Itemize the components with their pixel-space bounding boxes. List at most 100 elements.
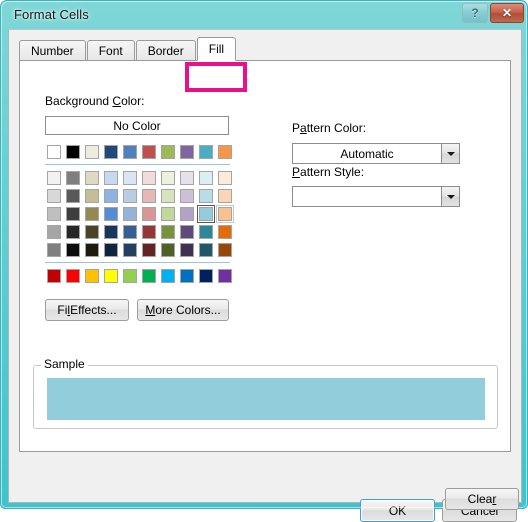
tint-swatch-0-8[interactable] xyxy=(197,169,215,187)
tint-swatch-3-3[interactable] xyxy=(102,223,120,241)
tint-swatch-2-1[interactable] xyxy=(64,205,82,223)
tint-swatch-4-6[interactable] xyxy=(159,241,177,259)
tint-swatch-4-3[interactable] xyxy=(102,241,120,259)
tint-swatch-2-2[interactable] xyxy=(83,205,101,223)
tint-swatch-1-8[interactable] xyxy=(197,187,215,205)
tint-swatch-3-0[interactable] xyxy=(45,223,63,241)
tint-swatch-4-7[interactable] xyxy=(178,241,196,259)
tint-swatch-1-4[interactable] xyxy=(121,187,139,205)
theme-tint-rows xyxy=(45,169,235,259)
theme-colors-row xyxy=(45,143,235,161)
tint-swatch-2-3[interactable] xyxy=(102,205,120,223)
pattern-color-combobox[interactable]: Automatic xyxy=(292,143,460,164)
standard-color-swatch-9[interactable] xyxy=(216,267,234,285)
tint-swatch-0-1[interactable] xyxy=(64,169,82,187)
tint-swatch-4-1[interactable] xyxy=(64,241,82,259)
tint-swatch-4-0[interactable] xyxy=(45,241,63,259)
tint-swatch-3-5[interactable] xyxy=(140,223,158,241)
tint-swatch-3-8[interactable] xyxy=(197,223,215,241)
tint-swatch-1-7[interactable] xyxy=(178,187,196,205)
tint-swatch-0-0[interactable] xyxy=(45,169,63,187)
color-swatch xyxy=(123,225,137,239)
tint-swatch-3-1[interactable] xyxy=(64,223,82,241)
tint-swatch-1-9[interactable] xyxy=(216,187,234,205)
tab-number[interactable]: Number xyxy=(19,40,86,61)
tint-swatch-1-6[interactable] xyxy=(159,187,177,205)
tint-swatch-2-0[interactable] xyxy=(45,205,63,223)
standard-color-swatch-5[interactable] xyxy=(140,267,158,285)
color-swatch xyxy=(199,225,213,239)
standard-color-swatch-1[interactable] xyxy=(64,267,82,285)
tint-swatch-0-4[interactable] xyxy=(121,169,139,187)
tint-swatch-2-7[interactable] xyxy=(178,205,196,223)
tint-swatch-3-2[interactable] xyxy=(83,223,101,241)
tint-swatch-0-5[interactable] xyxy=(140,169,158,187)
tint-swatch-1-3[interactable] xyxy=(102,187,120,205)
tint-swatch-4-5[interactable] xyxy=(140,241,158,259)
tint-swatch-1-5[interactable] xyxy=(140,187,158,205)
tint-swatch-4-4[interactable] xyxy=(121,241,139,259)
tint-swatch-2-4[interactable] xyxy=(121,205,139,223)
color-swatch xyxy=(47,189,61,203)
title-bar[interactable]: Format Cells ? ✕ xyxy=(1,1,528,29)
color-swatch xyxy=(199,207,213,221)
no-color-button[interactable]: No Color xyxy=(45,116,229,135)
theme-color-swatch-9[interactable] xyxy=(216,143,234,161)
theme-tint-row-1 xyxy=(45,187,235,205)
color-swatch xyxy=(142,189,156,203)
fill-tab-panel: Background Color: No Color Fi l Effects..… xyxy=(19,60,519,510)
tint-swatch-4-2[interactable] xyxy=(83,241,101,259)
theme-color-swatch-4[interactable] xyxy=(121,143,139,161)
tab-border[interactable]: Border xyxy=(135,40,196,61)
tint-swatch-3-7[interactable] xyxy=(178,223,196,241)
tint-swatch-2-9[interactable] xyxy=(216,205,234,223)
tint-swatch-3-6[interactable] xyxy=(159,223,177,241)
chevron-down-icon[interactable] xyxy=(441,187,459,206)
tint-swatch-0-9[interactable] xyxy=(216,169,234,187)
tint-swatch-1-2[interactable] xyxy=(83,187,101,205)
color-swatch xyxy=(142,145,156,159)
tint-swatch-0-3[interactable] xyxy=(102,169,120,187)
chevron-down-icon[interactable] xyxy=(441,144,459,163)
standard-color-swatch-2[interactable] xyxy=(83,267,101,285)
standard-color-swatch-0[interactable] xyxy=(45,267,63,285)
pattern-style-label: Pattern Style: xyxy=(292,165,365,179)
tint-swatch-4-8[interactable] xyxy=(197,241,215,259)
more-colors-button[interactable]: More Colors... xyxy=(137,299,229,321)
theme-color-swatch-3[interactable] xyxy=(102,143,120,161)
tint-swatch-3-4[interactable] xyxy=(121,223,139,241)
standard-color-swatch-6[interactable] xyxy=(159,267,177,285)
tint-swatch-1-0[interactable] xyxy=(45,187,63,205)
theme-color-swatch-8[interactable] xyxy=(197,143,215,161)
standard-color-swatch-3[interactable] xyxy=(102,267,120,285)
tint-swatch-0-2[interactable] xyxy=(83,169,101,187)
pattern-style-combobox[interactable] xyxy=(292,186,460,207)
tint-swatch-3-9[interactable] xyxy=(216,223,234,241)
tint-swatch-2-8[interactable] xyxy=(197,205,215,223)
color-swatch xyxy=(66,269,80,283)
ok-button[interactable]: OK xyxy=(360,499,435,522)
tab-fill[interactable]: Fill xyxy=(196,37,237,61)
help-icon[interactable]: ? xyxy=(462,3,488,23)
clear-button[interactable]: Clea r xyxy=(445,488,519,510)
tint-swatch-4-9[interactable] xyxy=(216,241,234,259)
tint-swatch-0-6[interactable] xyxy=(159,169,177,187)
dialog-client-area: Number Font Border Fill Background Color… xyxy=(8,29,522,522)
theme-color-swatch-7[interactable] xyxy=(178,143,196,161)
standard-color-swatch-4[interactable] xyxy=(121,267,139,285)
tint-swatch-0-7[interactable] xyxy=(178,169,196,187)
color-swatch xyxy=(142,243,156,257)
theme-color-swatch-2[interactable] xyxy=(83,143,101,161)
tint-swatch-1-1[interactable] xyxy=(64,187,82,205)
tab-font[interactable]: Font xyxy=(86,40,135,61)
tint-swatch-2-6[interactable] xyxy=(159,205,177,223)
theme-color-swatch-1[interactable] xyxy=(64,143,82,161)
tint-swatch-2-5[interactable] xyxy=(140,205,158,223)
theme-color-swatch-5[interactable] xyxy=(140,143,158,161)
standard-color-swatch-7[interactable] xyxy=(178,267,196,285)
close-icon[interactable]: ✕ xyxy=(490,3,524,23)
standard-color-swatch-8[interactable] xyxy=(197,267,215,285)
theme-color-swatch-0[interactable] xyxy=(45,143,63,161)
fill-effects-button[interactable]: Fi l Effects... xyxy=(45,299,129,321)
theme-color-swatch-6[interactable] xyxy=(159,143,177,161)
